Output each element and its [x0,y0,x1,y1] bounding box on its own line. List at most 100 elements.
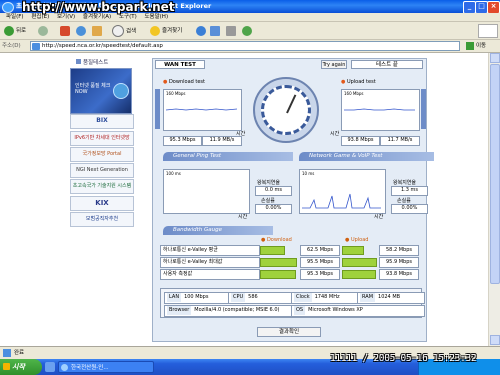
download-bar [260,258,297,267]
bandwidth-row: 하나로통신 e-Valley 최대값 95.5 Mbps 95.9 Mbps [160,257,419,268]
bandwidth-row-name: 사용자 측정값 [160,269,260,280]
upload-side-label [421,89,426,129]
messenger-icon [242,25,252,36]
stop-icon [60,25,70,36]
windows-flag-icon [3,363,10,370]
print-button[interactable] [226,25,238,37]
sidebar-item-ipv6[interactable]: IPv6기반 차세대 인터넷망 [70,131,134,146]
menu-tools[interactable]: 도구(T) [119,14,137,20]
bandwidth-row: 하나로통신 e-Valley 평균 62.5 Mbps 58.2 Mbps [160,245,419,256]
confirm-results-button[interactable]: 결과확인 [257,327,321,337]
ping-scale: 100 ms [166,171,181,176]
upload-line [344,108,415,111]
game-voip-line [302,193,381,209]
watermark: http://www.bcpark.net [22,0,175,14]
upload-bar [342,270,376,279]
start-button[interactable]: 시작 [0,359,42,375]
refresh-icon [76,25,86,36]
stop-button[interactable] [60,25,72,37]
globe-icon [113,83,129,99]
page-icon [32,43,40,50]
lan-info: LAN 100 Mbps [164,292,230,304]
bandwidth-download-label: ● Download [261,237,292,243]
close-button[interactable]: × [487,1,500,13]
download-graph: 160 Mbps [163,89,242,131]
home-button[interactable] [92,25,104,37]
upload-value: 95.9 Mbps [379,257,419,268]
bandwidth-gauge-header: Bandwidth Gauge [163,226,273,235]
download-line [165,108,238,111]
address-input[interactable]: http://speed.nca.or.kr/speedtest/default… [30,41,460,51]
menu-help[interactable]: 도움말(H) [144,14,168,20]
ping-loss-label: 손실률 [261,198,275,204]
quick-launch-icon[interactable] [45,362,55,372]
bandwidth-row: 사용자 측정값 95.3 Mbps 93.8 Mbps [160,269,419,280]
speed-gauge [253,77,319,143]
toolbar: 뒤로 검색 즐겨찾기 [0,22,500,40]
vertical-scrollbar[interactable] [488,53,500,346]
ping-loss-value: 0.00% [255,204,292,214]
mail-icon [210,25,220,36]
sidebar-item-bix[interactable]: BIX [70,114,134,129]
ie-icon [61,364,68,371]
go-arrow-icon [466,41,474,50]
sidebar-item-recommend[interactable]: 모범공직자추천 [70,212,134,227]
sidebar-item-ngi[interactable]: NGI Next Generation [70,163,134,178]
upload-mbps: 93.8 Mbps [341,136,380,146]
game-time-label: 시간 [374,214,384,220]
download-bar [260,270,296,279]
download-side-label [155,89,160,129]
sidebar-item-portal[interactable]: 국가정보망 Portal [70,147,134,162]
game-delay-value: 1.3 ms [391,186,428,196]
upload-bar [342,258,377,267]
scroll-up-icon[interactable] [490,53,500,63]
sidebar-item-support[interactable]: 초고속국가 기술지원 시스템 [70,179,134,194]
mail-button[interactable] [210,25,222,37]
sidebar-item-kix[interactable]: KIX [70,196,134,211]
download-value: 62.5 Mbps [300,245,340,256]
ping-graph: 100 ms [163,169,250,214]
menu-file[interactable]: 파일(F) [6,14,24,20]
menu-favorites[interactable]: 즐겨찾기(A) [83,14,111,20]
download-value: 95.5 Mbps [300,257,340,268]
forward-button[interactable] [38,25,50,37]
upload-mbs: 11.7 MB/s [380,136,420,146]
search-button[interactable]: 검색 [112,25,136,37]
test-status-button[interactable]: 테스트 끝 [351,60,423,69]
go-button[interactable]: 이동 [466,41,496,51]
ping-delay-label: 왕복지연율 [257,180,281,186]
media-icon [196,25,206,36]
date-stamp: 11111 / 2005-05-16 15:23:32 [330,353,477,364]
browser-info: Browser Mozilla/4.0 (compatible; MSIE 6.0… [164,305,294,317]
bullet-icon [76,59,81,64]
refresh-button[interactable] [76,25,88,37]
windows-logo-icon [478,24,498,38]
taskbar-item-ie[interactable]: 한국전산원-인... [58,361,154,373]
sidebar-banner[interactable]: 인터넷 품질 체크 NOW [70,68,132,114]
sidebar-heading: 품질테스트 [76,58,108,66]
upload-time-label: 시간 [330,131,340,137]
upload-bar [342,246,364,255]
try-again-button[interactable]: Try again [321,60,347,69]
scroll-down-icon[interactable] [490,335,500,345]
upload-value: 58.2 Mbps [379,245,419,256]
menu-edit[interactable]: 편집(E) [31,14,49,20]
game-loss-value: 0.00% [391,204,428,214]
search-icon [112,25,124,37]
game-delay-label: 왕복지연율 [393,180,417,186]
messenger-button[interactable] [242,25,254,37]
back-arrow-icon [4,25,14,36]
ie-icon [2,2,14,13]
tab-wan-test[interactable]: WAN TEST [155,60,205,69]
download-mbps: 95.3 Mbps [163,136,202,146]
back-button[interactable]: 뒤로 [4,25,26,37]
media-button[interactable] [196,25,208,37]
printer-icon [226,25,236,36]
menu-view[interactable]: 보기(V) [57,14,75,20]
bandwidth-upload-label: ● Upload [345,237,369,243]
favorites-button[interactable]: 즐겨찾기 [150,25,182,37]
menu-bar: 파일(F) 편집(E) 보기(V) 즐겨찾기(A) 도구(T) 도움말(H) [0,13,500,22]
scroll-thumb[interactable] [490,64,500,284]
os-info: OS Microsoft Windows XP [291,305,425,317]
sidebar: 품질테스트 인터넷 품질 체크 NOW BIX IPv6기반 차세대 인터넷망 … [68,58,134,244]
